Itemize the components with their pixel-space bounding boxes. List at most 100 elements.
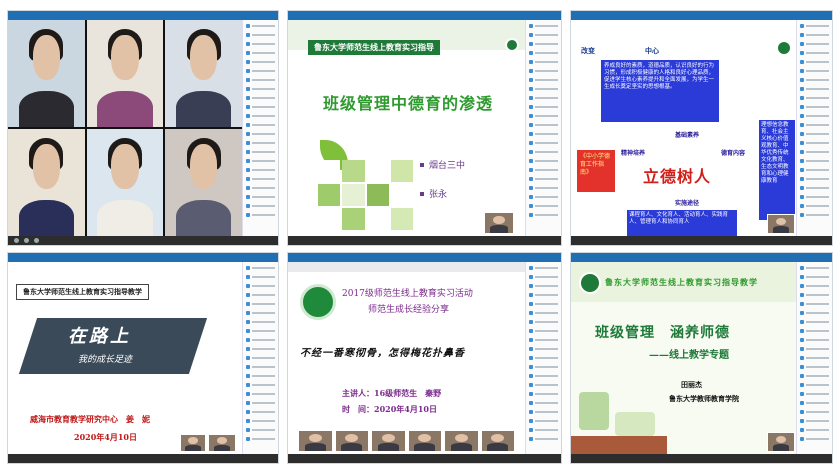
user-icon <box>246 185 250 190</box>
user-icon <box>529 212 533 217</box>
guide-box: 《中小学德育工作指南》 <box>577 150 615 192</box>
user-icon <box>529 328 533 333</box>
video-tile[interactable] <box>165 129 242 236</box>
presenter-thumbnail[interactable] <box>484 212 514 234</box>
user-icon <box>800 77 804 82</box>
user-icon <box>246 310 250 315</box>
user-icon <box>246 32 250 37</box>
participant-thumbnail[interactable] <box>371 430 406 452</box>
panel-slide-on-the-road: 鲁东大学师范生线上教育实习指导教学 在路上 我的成长足迹 威海市教育教学研究中心… <box>7 252 279 464</box>
content-box: 理想信念教育、社会主义核心价值观教育、中华优秀传统文化教育、生态文明教育和心理健… <box>759 120 795 220</box>
presenter-name: 田丽杰 <box>681 380 702 389</box>
user-icon <box>800 95 804 100</box>
user-icon <box>800 140 804 145</box>
user-icon <box>529 418 533 423</box>
participant-thumbnail[interactable] <box>298 430 333 452</box>
slide-subtitle: 我的成长足迹 <box>78 355 133 365</box>
user-icon <box>529 427 533 432</box>
video-tile[interactable] <box>86 20 164 127</box>
arrow-label: 基础素养 <box>675 132 700 139</box>
user-icon <box>246 436 250 441</box>
video-tile[interactable] <box>8 20 85 127</box>
slide-footer-org: 威海市教育教学研究中心 姜 妮 <box>30 414 150 424</box>
user-icon <box>246 319 250 324</box>
user-icon <box>246 140 250 145</box>
presenter-thumbnail[interactable] <box>767 214 795 234</box>
user-icon <box>529 409 533 414</box>
user-icon <box>246 194 250 199</box>
meeting-toolbar <box>288 236 561 245</box>
user-icon <box>529 59 533 64</box>
university-logo-icon <box>778 42 790 54</box>
meeting-toolbar <box>571 454 832 463</box>
user-icon <box>246 364 250 369</box>
user-icon <box>800 149 804 154</box>
window-titlebar <box>8 253 278 262</box>
user-icon <box>246 131 250 136</box>
user-icon <box>800 364 804 369</box>
user-icon <box>246 346 250 351</box>
meeting-toolbar <box>288 454 561 463</box>
participant-list[interactable] <box>242 20 278 236</box>
share-icon[interactable] <box>34 238 39 243</box>
slide-subheading: ——线上教学专题 <box>649 350 729 361</box>
participant-thumbnail[interactable] <box>407 430 442 452</box>
user-icon <box>800 328 804 333</box>
user-icon <box>529 301 533 306</box>
user-icon <box>800 122 804 127</box>
slide-stage: 鲁东大学师范生线上教育实习指导 班级管理中德育的渗透 烟台三中 张永 <box>288 20 525 236</box>
user-icon <box>246 265 250 270</box>
window-titlebar <box>571 253 832 262</box>
participant-strip <box>298 430 515 452</box>
slide-title-line2: 师范生成长经验分享 <box>368 305 450 315</box>
camera-icon[interactable] <box>24 238 29 243</box>
mic-icon[interactable] <box>14 238 19 243</box>
presenter-thumbnail[interactable] <box>208 434 236 452</box>
participant-list[interactable] <box>796 262 832 454</box>
user-icon <box>246 427 250 432</box>
meeting-toolbar <box>8 454 278 463</box>
user-icon <box>529 319 533 324</box>
participant-thumbnail[interactable] <box>444 430 479 452</box>
user-icon <box>246 122 250 127</box>
user-icon <box>246 373 250 378</box>
participant-list[interactable] <box>242 262 278 454</box>
university-logo-icon <box>579 272 601 294</box>
video-tile[interactable] <box>86 129 164 236</box>
participant-thumbnail[interactable] <box>480 430 515 452</box>
center-slogan: 立德树人 <box>643 167 712 186</box>
participant-thumbnail[interactable] <box>334 430 369 452</box>
participant-list[interactable] <box>796 20 832 236</box>
user-icon <box>800 104 804 109</box>
top-label: 中心 <box>645 46 659 55</box>
slide-motto: 不经一番寒彻骨，怎得梅花扑鼻香 <box>300 348 465 359</box>
user-icon <box>800 212 804 217</box>
arrow-label: 实施途径 <box>675 200 700 207</box>
participant-list[interactable] <box>525 262 561 454</box>
meeting-toolbar <box>571 236 832 245</box>
arrow-label: 德育内容 <box>721 150 746 157</box>
user-icon <box>800 113 804 118</box>
user-icon <box>529 346 533 351</box>
user-icon <box>529 77 533 82</box>
user-icon <box>800 274 804 279</box>
user-icon <box>800 427 804 432</box>
user-icon <box>529 185 533 190</box>
participant-list[interactable] <box>525 20 561 236</box>
video-tile[interactable] <box>165 20 242 127</box>
user-icon <box>246 113 250 118</box>
user-icon <box>246 149 250 154</box>
slide-banner: 鲁东大学师范生线上教育实习指导教学 <box>16 284 149 300</box>
presenter-thumbnail[interactable] <box>767 432 795 452</box>
window-titlebar <box>288 11 561 20</box>
user-icon <box>529 149 533 154</box>
user-icon <box>246 212 250 217</box>
user-icon <box>800 32 804 37</box>
user-icon <box>246 355 250 360</box>
video-tile[interactable] <box>8 129 85 236</box>
user-icon <box>529 176 533 181</box>
user-icon <box>800 301 804 306</box>
user-icon <box>246 104 250 109</box>
presenter-thumbnail[interactable] <box>180 434 206 452</box>
user-icon <box>529 104 533 109</box>
